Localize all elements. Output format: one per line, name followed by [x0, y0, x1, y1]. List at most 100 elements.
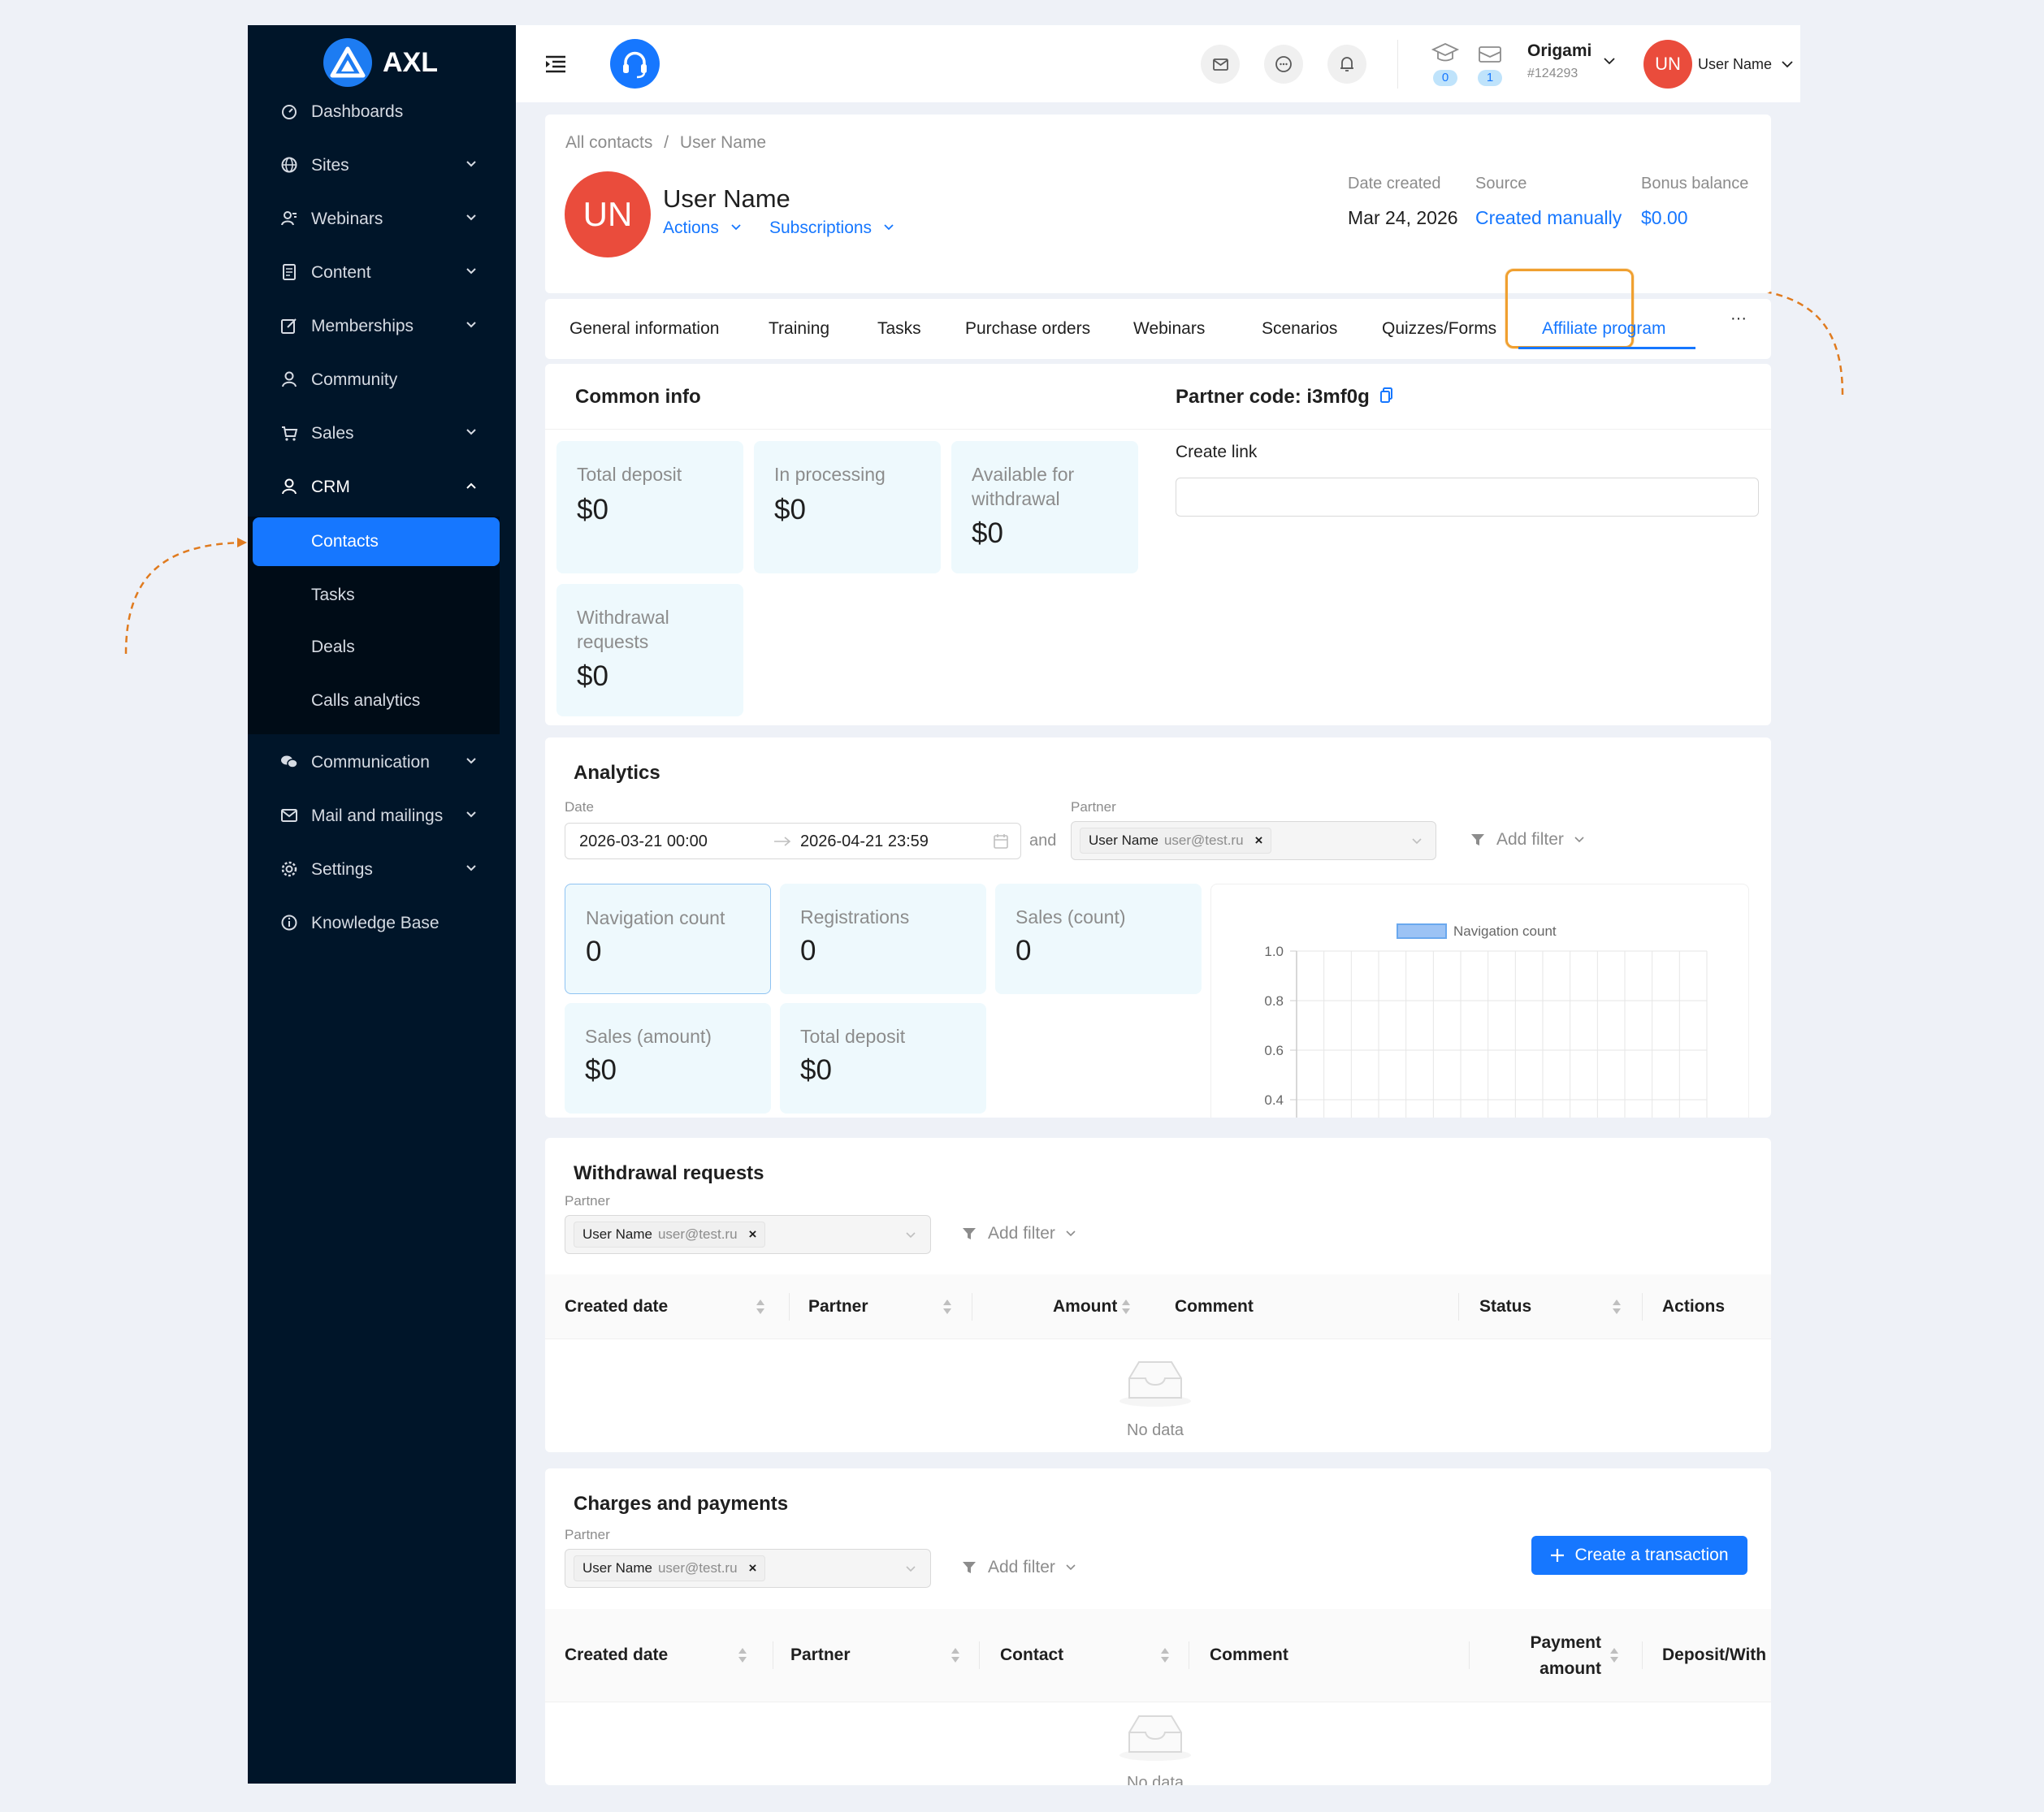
col-created-date[interactable]: Created date: [565, 1295, 668, 1318]
withdrawals-add-filter[interactable]: Add filter: [962, 1224, 1076, 1243]
tile-value: 0: [586, 936, 602, 967]
partner-chip: User Name user@test.ru ×: [1080, 828, 1272, 854]
partner-label: Partner: [565, 1527, 610, 1542]
col-created-date[interactable]: Created date: [565, 1644, 668, 1667]
org-id: #124293: [1527, 67, 1578, 80]
sort-icon[interactable]: [1609, 1646, 1619, 1664]
sidebar-item-webinars[interactable]: Webinars: [248, 197, 516, 242]
sidebar-item-contacts[interactable]: Contacts: [253, 517, 500, 566]
sidebar-item-communication[interactable]: Communication: [248, 740, 516, 785]
sidebar-item-memberships[interactable]: Memberships: [248, 304, 516, 349]
chevron-down-icon: [466, 811, 476, 818]
col-deposit-withdrawal[interactable]: Deposit/With: [1662, 1644, 1766, 1667]
col-contact[interactable]: Contact: [1000, 1644, 1063, 1667]
charges-add-filter[interactable]: Add filter: [962, 1558, 1076, 1577]
tab-webinars[interactable]: Webinars: [1133, 319, 1205, 339]
sidebar-item-dashboards[interactable]: Dashboards: [248, 89, 516, 135]
tab-tasks[interactable]: Tasks: [877, 319, 921, 339]
sort-icon[interactable]: [942, 1298, 952, 1316]
menu-toggle-icon[interactable]: [544, 54, 567, 74]
partner-select[interactable]: User Name user@test.ru ×: [1071, 821, 1436, 860]
tab-affiliate-program[interactable]: Affiliate program: [1542, 319, 1666, 339]
org-switcher[interactable]: Origami #124293: [1527, 41, 1625, 90]
date-from[interactable]: 2026-03-21 00:00: [579, 832, 708, 851]
chat-button[interactable]: [1264, 45, 1303, 84]
sidebar-item-settings[interactable]: Settings: [248, 847, 516, 893]
sidebar-item-knowledge-base[interactable]: Knowledge Base: [248, 901, 516, 946]
close-icon[interactable]: ×: [749, 1226, 757, 1243]
add-filter-label: Add filter: [988, 1558, 1055, 1576]
tabs-more-button[interactable]: ···: [1730, 309, 1747, 328]
tile-available-for-withdrawal: Available for withdrawal $0: [951, 441, 1138, 573]
sidebar-item-crm[interactable]: CRM: [248, 465, 516, 510]
sidebar-item-content[interactable]: Content: [248, 250, 516, 296]
date-range-picker[interactable]: 2026-03-21 00:00 2026-04-21 23:59: [565, 823, 1021, 859]
sidebar-item-sales[interactable]: Sales: [248, 411, 516, 456]
gear-icon: [281, 861, 297, 877]
sort-icon[interactable]: [1121, 1298, 1131, 1316]
courses-indicator[interactable]: 0: [1431, 41, 1460, 89]
breadcrumb: All contacts / User Name: [565, 133, 766, 153]
sidebar-item-label: Mail and mailings: [311, 807, 444, 825]
tab-general-information[interactable]: General information: [569, 319, 719, 339]
sort-icon[interactable]: [1160, 1646, 1170, 1664]
sidebar-item-tasks[interactable]: Tasks: [248, 572, 500, 619]
chevron-down-icon: [1574, 837, 1584, 843]
tab-scenarios[interactable]: Scenarios: [1262, 319, 1337, 339]
withdrawal-requests-card: Withdrawal requests Partner User Name us…: [545, 1138, 1771, 1452]
chevron-down-icon: [884, 224, 894, 231]
close-icon[interactable]: ×: [749, 1560, 757, 1576]
col-payment-amount[interactable]: Payment amount: [1512, 1630, 1601, 1682]
logo-text: AXL: [383, 46, 438, 78]
mail-button[interactable]: [1201, 45, 1240, 84]
headset-icon: [623, 51, 647, 79]
withdrawals-partner-select[interactable]: User Name user@test.ru ×: [565, 1215, 931, 1254]
notifications-button[interactable]: [1327, 45, 1366, 84]
tile-value: $0: [800, 1054, 832, 1086]
mail-icon: [281, 809, 297, 822]
chevron-down-icon: [1412, 838, 1422, 845]
tile-value: $0: [577, 660, 608, 692]
charges-partner-select[interactable]: User Name user@test.ru ×: [565, 1549, 931, 1588]
date-to[interactable]: 2026-04-21 23:59: [800, 832, 929, 851]
sidebar-item-deals[interactable]: Deals: [248, 624, 500, 671]
sidebar-item-community[interactable]: Community: [248, 357, 516, 403]
bonus-balance-value[interactable]: $0.00: [1641, 207, 1688, 229]
date-created-label: Date created: [1348, 175, 1441, 192]
messages-indicator[interactable]: 1: [1475, 41, 1505, 89]
actions-dropdown[interactable]: Actions: [663, 218, 742, 238]
create-link-input[interactable]: [1176, 478, 1759, 517]
col-partner[interactable]: Partner: [790, 1644, 851, 1667]
tab-quizzes-forms[interactable]: Quizzes/Forms: [1382, 319, 1496, 339]
partner-chip-email: user@test.ru: [1163, 832, 1244, 848]
sort-icon[interactable]: [738, 1646, 747, 1664]
chart-panel: Navigation count 1.0 0.8 0.6 0.4: [1210, 884, 1749, 1118]
copy-icon[interactable]: [1379, 387, 1394, 403]
sort-icon[interactable]: [756, 1298, 765, 1316]
partner-chip-name: User Name: [1089, 832, 1158, 848]
sidebar-item-sites[interactable]: Sites: [248, 143, 516, 188]
logo[interactable]: AXL: [323, 38, 438, 87]
tab-purchase-orders[interactable]: Purchase orders: [965, 319, 1090, 339]
user-menu[interactable]: UN User Name: [1643, 40, 1798, 89]
tab-training[interactable]: Training: [769, 319, 829, 339]
create-transaction-button[interactable]: Create a transaction: [1531, 1536, 1747, 1575]
close-icon[interactable]: ×: [1255, 832, 1263, 849]
col-partner[interactable]: Partner: [808, 1295, 868, 1318]
sidebar-item-label: Knowledge Base: [311, 914, 440, 932]
contact-name: User Name: [663, 184, 790, 213]
breadcrumb-root[interactable]: All contacts: [565, 133, 652, 152]
source-value[interactable]: Created manually: [1475, 207, 1622, 229]
tile-label: Available for withdrawal: [972, 464, 1075, 509]
col-status[interactable]: Status: [1479, 1295, 1531, 1318]
partner-label: Partner: [1071, 799, 1116, 815]
subscriptions-dropdown[interactable]: Subscriptions: [769, 218, 894, 238]
col-amount[interactable]: Amount: [1053, 1295, 1117, 1318]
sidebar-item-mail[interactable]: Mail and mailings: [248, 794, 516, 839]
analytics-add-filter[interactable]: Add filter: [1470, 830, 1585, 850]
support-button[interactable]: [610, 39, 660, 89]
tile-label: Sales (count): [1016, 906, 1126, 928]
sort-icon[interactable]: [951, 1646, 960, 1664]
sidebar-item-calls-analytics[interactable]: Calls analytics: [248, 677, 500, 724]
sort-icon[interactable]: [1612, 1298, 1622, 1316]
